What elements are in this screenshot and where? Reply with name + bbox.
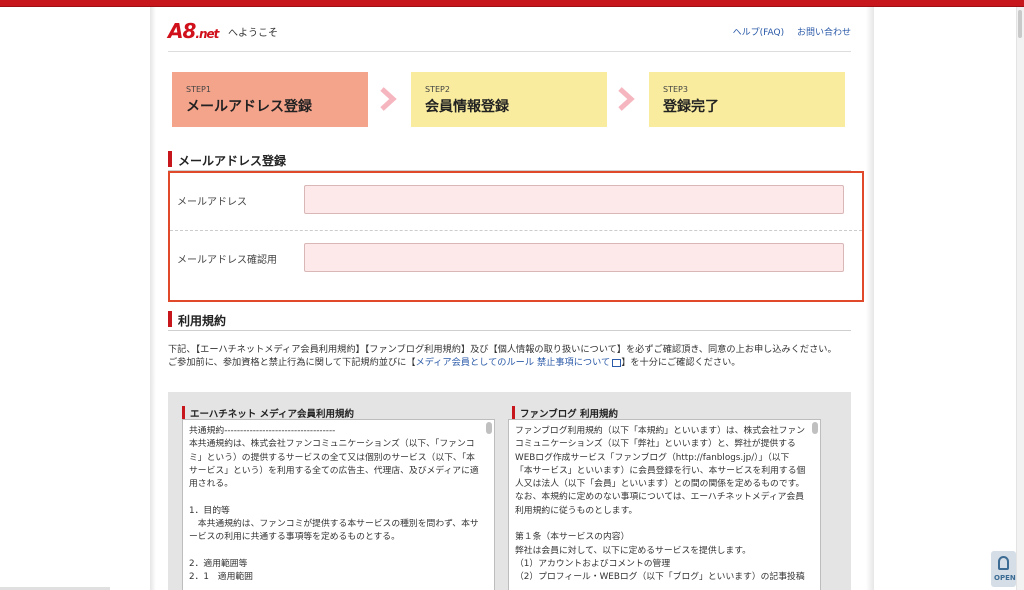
page-margin-left [0,7,148,590]
open-icon [998,556,1009,570]
email-row: メールアドレス [170,173,862,231]
contact-link[interactable]: お問い合わせ [797,28,851,38]
email-form: メールアドレス メールアドレス確認用 [168,171,864,302]
media-rules-link[interactable]: メディア会員としてのルール 禁止事項について [416,357,611,368]
help-faq-link[interactable]: ヘルプ(FAQ) [733,28,784,38]
external-link-icon[interactable] [612,358,622,367]
fanblog-terms-column: ファンブログ 利用規約 [512,404,828,420]
registration-steps: STEP1 メールアドレス登録 STEP2 会員情報登録 STEP3 登録完了 [172,72,845,127]
media-terms-heading: エーハチネット メディア会員利用規約 [182,404,498,420]
terms-intro: 下記、【エーハチネットメディア会員利用規約】【ファンブログ利用規約】及び【個人情… [168,343,851,369]
step-3: STEP3 登録完了 [649,72,845,127]
step-2: STEP2 会員情報登録 [411,72,607,127]
page-scrollbar-thumb[interactable] [1018,10,1022,38]
open-widget-button[interactable]: OPEN [991,551,1016,587]
email-confirm-input[interactable] [304,243,844,272]
step-number: STEP2 [425,85,450,94]
terms-section-heading: 利用規約 [168,309,851,331]
a8net-logo[interactable]: A8.net [168,19,219,43]
media-terms-textbox[interactable]: 共通規約----------------------------------- … [182,419,495,590]
textbox-scrollbar[interactable] [486,422,492,434]
page-scrollbar[interactable] [1016,7,1024,590]
site-header: A8.net へようこそ ヘルプ(FAQ) お問い合わせ [168,16,851,52]
step-title: メールアドレス登録 [186,99,312,115]
top-brand-bar [0,0,1024,7]
email-section-heading: メールアドレス登録 [168,149,851,171]
email-confirm-label: メールアドレス確認用 [177,255,277,266]
page-margin-right [876,7,1024,590]
heading-accent-bar [512,406,515,419]
step-title: 会員情報登録 [425,99,509,115]
step-1: STEP1 メールアドレス登録 [172,72,368,127]
step-number: STEP1 [186,85,211,94]
heading-accent-bar [182,406,185,419]
email-confirm-row: メールアドレス確認用 [170,231,862,289]
email-input[interactable] [304,185,844,214]
welcome-text: へようこそ [228,28,278,39]
chevron-right-icon [618,87,635,111]
step-number: STEP3 [663,85,688,94]
terms-intro-line2: ご参加前に、参加資格と禁止行為に関して下記規約並びに【メディア会員としてのルール… [168,357,741,368]
chevron-right-icon [380,87,397,111]
heading-accent-bar [168,311,172,327]
heading-accent-bar [168,151,172,167]
terms-panel: エーハチネット メディア会員利用規約 共通規約-----------------… [168,392,851,590]
content-shadow-left [150,7,156,590]
media-terms-column: エーハチネット メディア会員利用規約 [182,404,498,420]
content-shadow-right [866,7,874,590]
terms-intro-line1: 下記、【エーハチネットメディア会員利用規約】【ファンブログ利用規約】及び【個人情… [168,344,837,355]
fanblog-terms-textbox[interactable]: ファンブログ利用規約（以下「本規約」といいます）は、株式会社ファンコミュニケーシ… [508,419,821,590]
step-title: 登録完了 [663,99,719,115]
email-label: メールアドレス [177,197,247,208]
fanblog-terms-heading: ファンブログ 利用規約 [512,404,828,420]
header-links: ヘルプ(FAQ) お問い合わせ [723,25,851,38]
textbox-scrollbar[interactable] [812,422,818,434]
